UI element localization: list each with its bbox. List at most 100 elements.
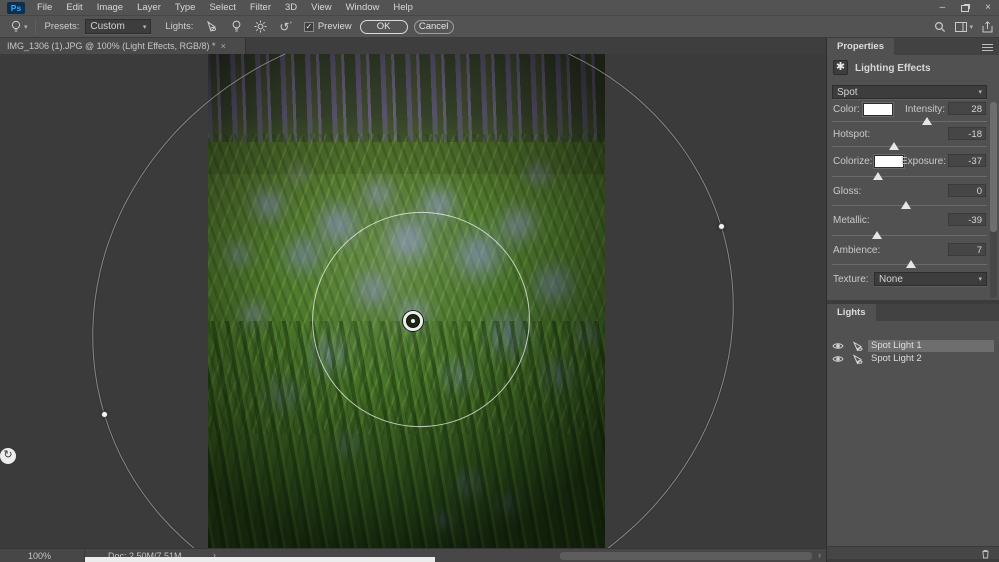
menu-view[interactable]: View bbox=[311, 2, 331, 13]
restore-icon[interactable] bbox=[961, 5, 969, 12]
texture-dropdown[interactable]: None ▾ bbox=[874, 272, 987, 286]
intensity-slider[interactable] bbox=[832, 117, 987, 125]
delete-light-trash-icon[interactable] bbox=[981, 549, 990, 559]
light-type-dropdown[interactable]: Spot ▾ bbox=[832, 85, 987, 99]
color-swatch[interactable] bbox=[863, 103, 893, 116]
share-icon[interactable] bbox=[982, 21, 993, 33]
spot-light-icon bbox=[852, 354, 864, 365]
slider-thumb[interactable] bbox=[922, 117, 932, 125]
panel-menu-icon[interactable] bbox=[982, 44, 993, 45]
ambience-value[interactable]: 7 bbox=[948, 243, 986, 256]
color-label: Color: bbox=[833, 104, 860, 115]
canvas-area: ↻ bbox=[0, 54, 825, 548]
right-panel-column: Properties ✱ Lighting Effects Spot ▾ Col… bbox=[826, 38, 999, 562]
preview-checkbox[interactable]: ✓ bbox=[304, 22, 314, 32]
hotspot-slider[interactable] bbox=[832, 142, 987, 150]
tab-properties[interactable]: Properties bbox=[827, 38, 894, 55]
ambience-slider[interactable] bbox=[832, 260, 987, 268]
tab-lights[interactable]: Lights bbox=[827, 304, 876, 321]
photoshop-window: Ps File Edit Image Layer Type Select Fil… bbox=[0, 0, 999, 562]
gloss-slider[interactable] bbox=[832, 201, 987, 209]
properties-scrollbar[interactable] bbox=[990, 102, 997, 298]
visibility-eye-icon[interactable] bbox=[832, 355, 844, 363]
presets-label: Presets: bbox=[45, 21, 80, 32]
close-window-icon[interactable]: × bbox=[985, 3, 991, 13]
gloss-value[interactable]: 0 bbox=[948, 184, 986, 197]
menu-layer[interactable]: Layer bbox=[137, 2, 161, 13]
add-infinite-light-icon[interactable] bbox=[254, 20, 267, 33]
menu-window[interactable]: Window bbox=[346, 2, 380, 13]
menu-help[interactable]: Help bbox=[393, 2, 413, 13]
chevron-down-icon: ▾ bbox=[978, 88, 982, 96]
slider-thumb[interactable] bbox=[901, 201, 911, 209]
document-tab[interactable]: IMG_1306 (1).JPG @ 100% (Light Effects, … bbox=[0, 38, 246, 54]
light-center-handle[interactable] bbox=[403, 311, 423, 331]
hotspot-value[interactable]: -18 bbox=[948, 127, 986, 140]
exposure-value[interactable]: -37 bbox=[948, 154, 986, 167]
exposure-label: Exposure: bbox=[901, 156, 946, 167]
rotate-cursor-icon: ↻ bbox=[0, 448, 16, 464]
workspace-switcher-icon[interactable]: ▾ bbox=[955, 22, 973, 32]
gloss-label: Gloss: bbox=[833, 186, 861, 197]
ellipse-handle-left[interactable] bbox=[101, 411, 108, 418]
light-name[interactable]: Spot Light 1 bbox=[868, 340, 994, 352]
properties-tab-row: Properties bbox=[827, 38, 999, 55]
search-icon[interactable] bbox=[934, 21, 946, 33]
properties-title: Lighting Effects bbox=[855, 63, 931, 74]
colorize-swatch[interactable] bbox=[874, 155, 904, 168]
slider-thumb[interactable] bbox=[906, 260, 916, 268]
document-tab-bar: IMG_1306 (1).JPG @ 100% (Light Effects, … bbox=[0, 38, 826, 54]
menu-file[interactable]: File bbox=[37, 2, 52, 13]
ellipse-handle-right[interactable] bbox=[718, 223, 725, 230]
preview-label: Preview bbox=[318, 21, 352, 32]
intensity-label: Intensity: bbox=[905, 104, 945, 115]
slider-thumb[interactable] bbox=[889, 142, 899, 150]
light-row-spot-light-1[interactable]: Spot Light 1 bbox=[827, 340, 999, 352]
tool-caret-icon[interactable]: ▾ bbox=[24, 23, 28, 31]
menu-bar: Ps File Edit Image Layer Type Select Fil… bbox=[0, 0, 999, 16]
menu-image[interactable]: Image bbox=[97, 2, 123, 13]
options-bar-right: ▾ bbox=[934, 16, 993, 38]
zoom-level-field[interactable]: 100% bbox=[0, 549, 85, 562]
metallic-value[interactable]: -39 bbox=[948, 213, 986, 226]
exposure-slider[interactable] bbox=[832, 172, 987, 180]
light-name[interactable]: Spot Light 2 bbox=[868, 353, 994, 365]
minimize-icon[interactable]: – bbox=[940, 3, 946, 13]
slider-thumb[interactable] bbox=[872, 231, 882, 239]
scrollbar-thumb[interactable] bbox=[990, 102, 997, 232]
menu-edit[interactable]: Edit bbox=[66, 2, 82, 13]
menu-3d[interactable]: 3D bbox=[285, 2, 297, 13]
lighting-effects-icon: ✱ bbox=[833, 60, 848, 75]
cancel-button[interactable]: Cancel bbox=[414, 20, 454, 34]
lights-tab-row: Lights bbox=[827, 304, 999, 321]
horizontal-scrollbar[interactable] bbox=[560, 552, 812, 560]
ok-button[interactable]: OK bbox=[360, 20, 408, 34]
divider bbox=[35, 19, 36, 35]
menu-type[interactable]: Type bbox=[175, 2, 196, 13]
menu-items: File Edit Image Layer Type Select Filter… bbox=[37, 2, 413, 13]
add-point-light-icon[interactable] bbox=[231, 20, 242, 33]
photoshop-logo: Ps bbox=[7, 2, 25, 14]
reset-light-icon[interactable]: ↺° bbox=[279, 20, 291, 34]
window-controls: – × bbox=[940, 0, 991, 16]
close-tab-icon[interactable]: × bbox=[221, 41, 226, 51]
metallic-slider[interactable] bbox=[832, 231, 987, 239]
menu-filter[interactable]: Filter bbox=[250, 2, 271, 13]
options-bar: ▾ Presets: Custom ▾ Lights: ↺° ✓ Preview… bbox=[0, 16, 999, 38]
light-tool-icon[interactable] bbox=[10, 20, 22, 34]
lights-panel-footer bbox=[827, 546, 999, 559]
metallic-label: Metallic: bbox=[833, 215, 870, 226]
chevron-down-icon: ▾ bbox=[978, 275, 982, 283]
texture-label: Texture: bbox=[833, 274, 869, 285]
colorize-label: Colorize: bbox=[833, 156, 872, 167]
presets-dropdown[interactable]: Custom ▾ bbox=[85, 19, 151, 34]
menu-select[interactable]: Select bbox=[209, 2, 235, 13]
visibility-eye-icon[interactable] bbox=[832, 342, 844, 350]
light-row-spot-light-2[interactable]: Spot Light 2 bbox=[827, 353, 999, 365]
light-type-value: Spot bbox=[837, 87, 858, 98]
scroll-right-icon[interactable]: › bbox=[818, 549, 821, 562]
intensity-value[interactable]: 28 bbox=[948, 102, 986, 115]
slider-thumb[interactable] bbox=[873, 172, 883, 180]
add-spot-light-icon[interactable] bbox=[205, 20, 219, 33]
properties-panel: ✱ Lighting Effects Spot ▾ Color: Intensi… bbox=[827, 55, 999, 300]
